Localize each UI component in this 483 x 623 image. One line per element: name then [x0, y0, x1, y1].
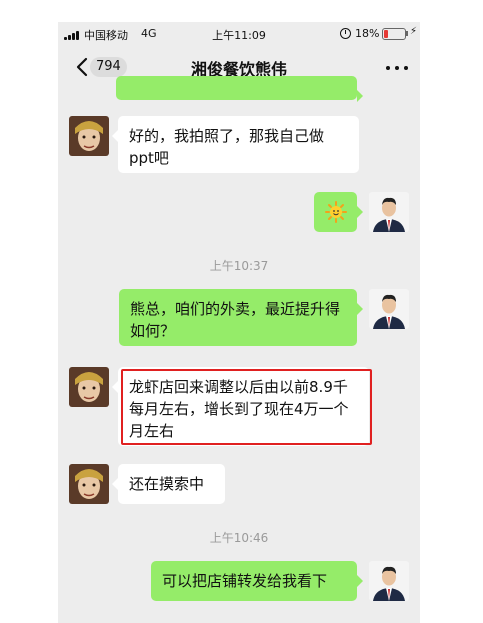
battery-icon: [382, 28, 406, 40]
message-bubble-outgoing[interactable]: 可以把店铺转发给我看下: [151, 561, 363, 601]
message-bubble-outgoing[interactable]: [314, 192, 363, 232]
more-options-button[interactable]: [384, 65, 410, 71]
my-avatar-image: [369, 192, 409, 232]
message-text: 还在摸索中: [129, 475, 205, 493]
contact-avatar-image: [69, 367, 109, 407]
battery-level-fill: [384, 30, 388, 38]
contact-avatar-image: [69, 464, 109, 504]
battery-percent: 18%: [355, 27, 380, 40]
charging-icon: ⚡: [410, 26, 418, 37]
timestamp: 上午10:46: [209, 531, 269, 545]
message-text: 熊总，咱们的外卖，最近提升得如何？: [130, 300, 341, 340]
alarm-icon: [340, 28, 351, 39]
status-bar: 中国移动 4G 上午11:09 18% ⚡: [58, 22, 420, 46]
message-bubble-outgoing[interactable]: [116, 76, 363, 102]
more-dots-icon: [386, 66, 390, 70]
my-avatar[interactable]: [369, 561, 409, 601]
timestamp: 上午10:37: [209, 259, 269, 273]
my-avatar[interactable]: [369, 192, 409, 232]
message-bubble-incoming[interactable]: 还在摸索中: [112, 464, 225, 504]
message-list[interactable]: 好的，我拍照了，那我自己做ppt吧 上午10:37 熊总，咱们的外卖，最近提升得…: [58, 76, 420, 623]
my-avatar-image: [369, 561, 409, 601]
message-bubble-outgoing[interactable]: 熊总，咱们的外卖，最近提升得如何？: [119, 289, 363, 346]
highlight-box: [121, 369, 372, 445]
message-text: 可以把店铺转发给我看下: [162, 572, 328, 590]
contact-avatar[interactable]: [69, 464, 109, 504]
message-text: 好的，我拍照了，那我自己做ppt吧: [129, 127, 325, 167]
battery-cap: [406, 31, 408, 36]
contact-avatar[interactable]: [69, 116, 109, 156]
message-bubble-incoming[interactable]: 好的，我拍照了，那我自己做ppt吧: [112, 116, 359, 173]
smiley-sun-emoji-icon: [325, 201, 347, 223]
my-avatar[interactable]: [369, 289, 409, 329]
contact-avatar[interactable]: [69, 367, 109, 407]
phone-screen: 中国移动 4G 上午11:09 18% ⚡ 794 湘俊餐饮熊伟 好的，我拍照了…: [58, 22, 420, 623]
contact-avatar-image: [69, 116, 109, 156]
my-avatar-image: [369, 289, 409, 329]
